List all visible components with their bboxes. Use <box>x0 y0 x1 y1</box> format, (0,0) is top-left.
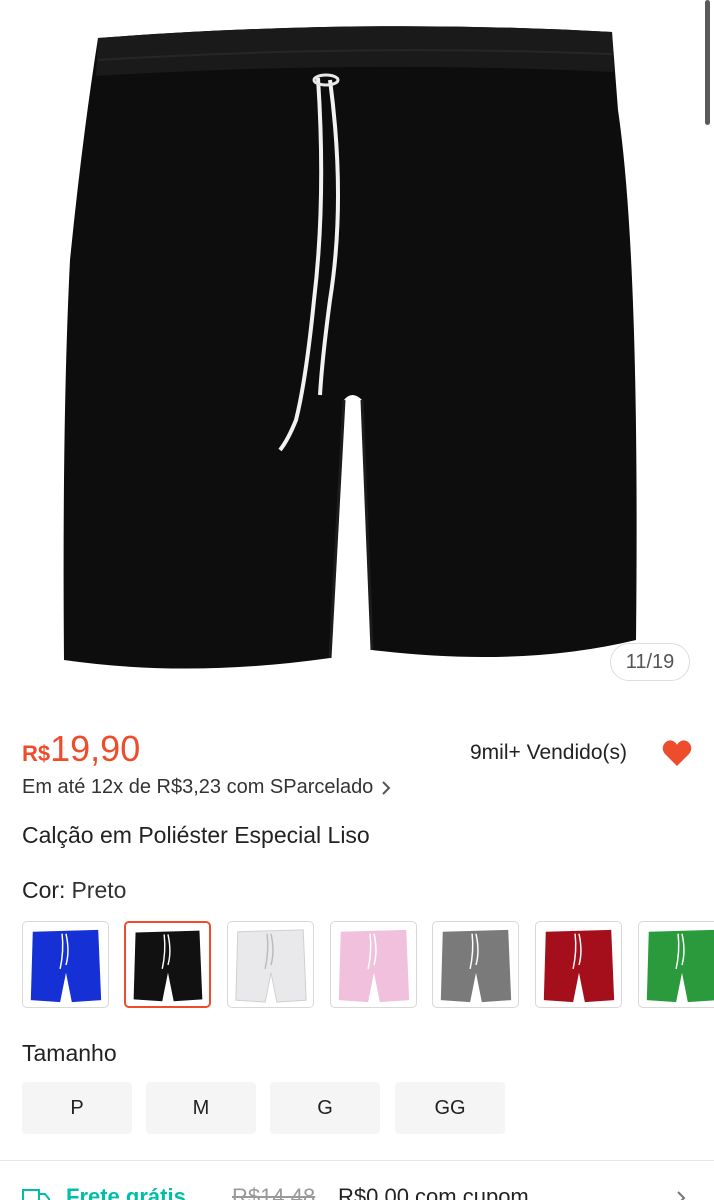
color-swatch-green[interactable] <box>638 921 714 1008</box>
chevron-right-icon <box>382 780 391 795</box>
shorts-thumbnail-icon <box>440 929 512 1003</box>
shorts-thumbnail-icon <box>543 929 615 1003</box>
shorts-thumbnail-icon <box>30 929 102 1003</box>
shipping-old-price: R$14,48 <box>232 1184 316 1200</box>
size-option-m[interactable]: M <box>146 1082 256 1134</box>
price-value: 19,90 <box>50 728 141 769</box>
installment-link[interactable]: Em até 12x de R$3,23 com SParcelado <box>22 776 391 799</box>
chevron-right-icon <box>677 1191 686 1200</box>
installment-text: Em até 12x de R$3,23 com SParcelado <box>22 776 374 798</box>
price-currency: R$ <box>22 741 51 766</box>
shorts-thumbnail-icon <box>133 930 203 1002</box>
color-swatch-blue[interactable] <box>22 921 109 1008</box>
size-option-g[interactable]: G <box>270 1082 380 1134</box>
truck-icon <box>22 1189 50 1200</box>
heart-icon[interactable] <box>662 739 692 767</box>
color-swatch-red[interactable] <box>535 921 622 1008</box>
color-swatch-gray[interactable] <box>432 921 519 1008</box>
color-swatch-pink[interactable] <box>330 921 417 1008</box>
size-label: Tamanho <box>22 1040 117 1066</box>
free-shipping-label: Frete grátis <box>66 1184 186 1200</box>
size-option-p[interactable]: P <box>22 1082 132 1134</box>
shorts-thumbnail-icon <box>235 929 307 1003</box>
color-swatch-black[interactable] <box>124 921 211 1008</box>
color-selection-label: Cor: Preto <box>22 877 126 904</box>
size-option-gg[interactable]: GG <box>395 1082 505 1134</box>
product-price: R$19,90 <box>22 728 140 770</box>
color-label: Cor: <box>22 877 66 903</box>
product-image-carousel[interactable]: 11/19 <box>0 0 714 700</box>
shipping-coupon-text: R$0,00 com cupom <box>338 1184 529 1200</box>
shorts-thumbnail-icon <box>646 929 714 1003</box>
scrollbar[interactable] <box>705 0 710 125</box>
sold-count: 9mil+ Vendido(s) <box>470 741 627 764</box>
shorts-thumbnail-icon <box>338 929 410 1003</box>
product-page: 11/19 R$19,90 9mil+ Vendido(s) Em até 12… <box>0 0 714 1200</box>
product-image <box>63 26 637 669</box>
selected-color: Preto <box>71 877 127 903</box>
product-title: Calção em Poliéster Especial Liso <box>22 822 370 848</box>
color-swatch-white[interactable] <box>227 921 314 1008</box>
image-counter-badge: 11/19 <box>610 643 690 681</box>
section-divider <box>0 1160 714 1161</box>
